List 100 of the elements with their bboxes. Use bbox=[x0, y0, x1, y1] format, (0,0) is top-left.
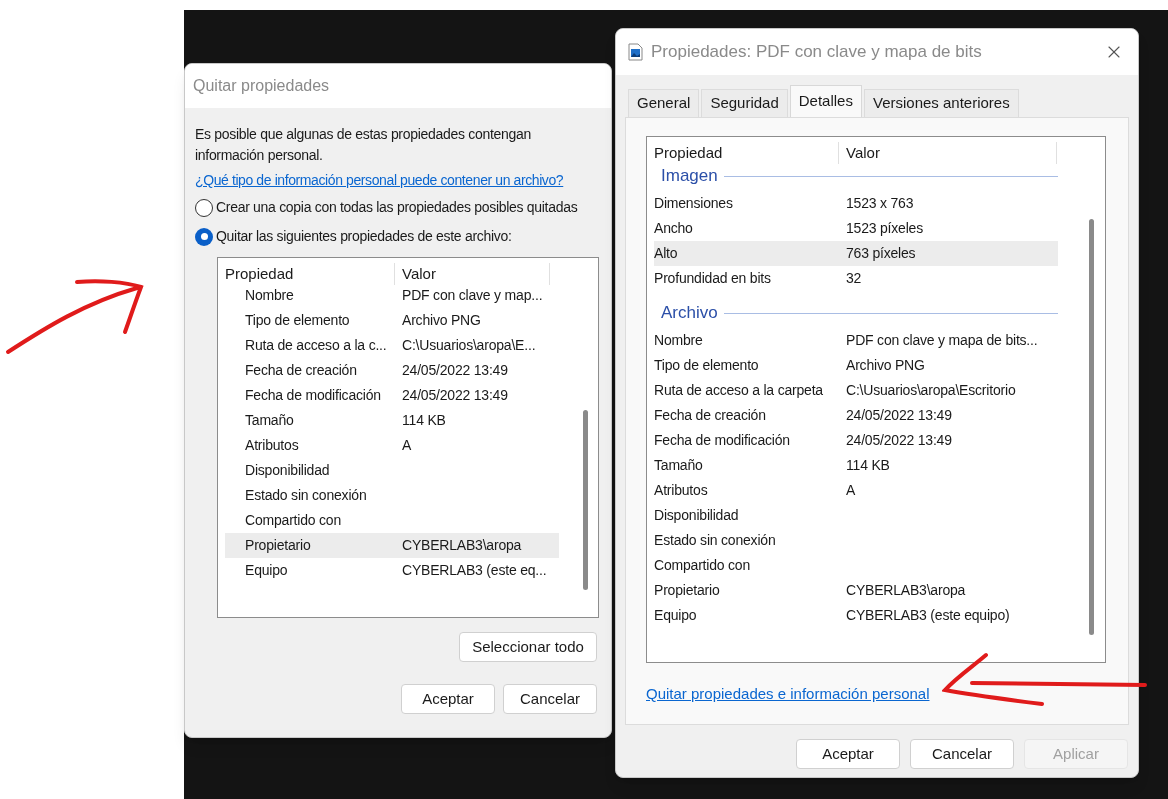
property-name: Tipo de elemento bbox=[244, 311, 351, 330]
list-row[interactable]: Equipo CYBERLAB3 (este eq... bbox=[225, 558, 559, 583]
list-row[interactable]: Estado sin conexión bbox=[654, 528, 1058, 553]
list-row[interactable]: Atributos A bbox=[654, 478, 1058, 503]
group-heading: Archivo bbox=[661, 302, 718, 325]
dialog-button[interactable]: Cancelar bbox=[503, 684, 597, 714]
list-row[interactable]: Equipo CYBERLAB3 (este equipo) bbox=[654, 603, 1058, 628]
list-row[interactable]: Propietario CYBERLAB3\aropa bbox=[225, 533, 559, 558]
select-all-button[interactable]: Seleccionar todo bbox=[459, 632, 597, 662]
property-name: Tamaño bbox=[654, 456, 704, 475]
property-name: Atributos bbox=[654, 481, 709, 500]
property-name: Tipo de elemento bbox=[654, 356, 760, 375]
dialog-button[interactable]: Aceptar bbox=[401, 684, 495, 714]
property-name: Equipo bbox=[654, 606, 698, 625]
property-name: Compartido con bbox=[244, 511, 343, 530]
column-header[interactable]: Propiedad bbox=[225, 263, 395, 285]
help-link[interactable]: ¿Qué tipo de información personal puede contener un archivo? bbox=[195, 170, 564, 191]
property-value: Archivo PNG bbox=[846, 356, 925, 375]
list-row[interactable]: Propietario CYBERLAB3\aropa bbox=[654, 578, 1058, 603]
property-value: PDF con clave y mapa de bits... bbox=[846, 331, 1038, 350]
list-row[interactable]: Dimensiones 1523 x 763 bbox=[654, 191, 1058, 216]
list-row[interactable]: Fecha de modificación 24/05/2022 13:49 bbox=[225, 383, 559, 408]
tab[interactable]: General bbox=[628, 89, 700, 117]
property-name: Nombre bbox=[654, 331, 704, 350]
property-name: Fecha de creación bbox=[244, 361, 358, 380]
property-name: Ruta de acceso a la c... bbox=[244, 336, 388, 355]
list-row[interactable]: Tipo de elemento Archivo PNG bbox=[225, 308, 559, 333]
list-row[interactable]: Ruta de acceso a la c... C:\Usuarios\aropa\E... bbox=[225, 333, 559, 358]
property-value: C:\Usuarios\aropa\Escritorio bbox=[846, 381, 1016, 400]
tab[interactable]: Versiones anteriores bbox=[863, 89, 1019, 117]
property-value: 24/05/2022 13:49 bbox=[402, 361, 508, 380]
property-value: PDF con clave y map... bbox=[402, 286, 543, 305]
list-row[interactable]: Alto 763 píxeles bbox=[654, 241, 1058, 266]
image-file-icon bbox=[628, 43, 643, 61]
property-name: Fecha de creación bbox=[654, 406, 767, 425]
property-name: Propietario bbox=[244, 536, 312, 555]
property-name: Disponibilidad bbox=[654, 506, 740, 525]
property-name: Profundidad en bits bbox=[654, 269, 772, 288]
property-name: Compartido con bbox=[654, 556, 752, 575]
list-row[interactable]: Tipo de elemento Archivo PNG bbox=[654, 353, 1058, 378]
property-name: Tamaño bbox=[244, 411, 295, 430]
property-value: 763 píxeles bbox=[846, 244, 916, 263]
property-value: CYBERLAB3\aropa bbox=[846, 581, 966, 600]
property-name: Disponibilidad bbox=[244, 461, 331, 480]
property-value: CYBERLAB3\aropa bbox=[402, 536, 522, 555]
property-name: Fecha de modificación bbox=[244, 386, 382, 405]
list-row[interactable]: Nombre PDF con clave y map... bbox=[225, 283, 559, 308]
dialog-button[interactable]: Aceptar bbox=[796, 739, 900, 769]
list-row[interactable]: Ruta de acceso a la carpeta C:\Usuarios\aropa\Escritorio bbox=[654, 378, 1058, 403]
dialog-button[interactable]: Cancelar bbox=[910, 739, 1014, 769]
property-name: Atributos bbox=[244, 436, 300, 455]
window-title: Quitar propiedades bbox=[193, 76, 330, 96]
list-row[interactable]: Disponibilidad bbox=[654, 503, 1058, 528]
list-row[interactable]: Fecha de creación 24/05/2022 13:49 bbox=[225, 358, 559, 383]
property-name: Nombre bbox=[244, 286, 295, 305]
property-value: 32 bbox=[846, 269, 862, 288]
remove-properties-link[interactable]: Quitar propiedades e información personal bbox=[646, 683, 930, 706]
property-name: Equipo bbox=[244, 561, 289, 580]
property-name: Ruta de acceso a la carpeta bbox=[654, 381, 824, 400]
radio-label: Crear una copia con todas las propiedades posibles quitadas bbox=[216, 198, 578, 217]
property-value: 24/05/2022 13:49 bbox=[846, 431, 952, 450]
scrollbar[interactable] bbox=[583, 410, 588, 590]
scrollbar[interactable] bbox=[1089, 219, 1094, 635]
list-row[interactable]: Tamaño 114 KB bbox=[225, 408, 559, 433]
property-value: 114 KB bbox=[402, 411, 446, 430]
list-row[interactable]: Fecha de modificación 24/05/2022 13:49 bbox=[654, 428, 1058, 453]
intro-text: Es posible que algunas de estas propiedades contengan información personal. bbox=[195, 125, 532, 165]
property-name: Estado sin conexión bbox=[244, 486, 368, 505]
property-value: A bbox=[846, 481, 856, 500]
property-name: Dimensiones bbox=[654, 194, 734, 213]
list-row[interactable]: Ancho 1523 píxeles bbox=[654, 216, 1058, 241]
list-row[interactable]: Profundidad en bits 32 bbox=[654, 266, 1058, 291]
property-value: 114 KB bbox=[846, 456, 890, 475]
list-row[interactable]: Compartido con bbox=[654, 553, 1058, 578]
list-row[interactable]: Compartido con bbox=[225, 508, 559, 533]
column-header[interactable]: Valor bbox=[395, 263, 550, 285]
property-value: CYBERLAB3 (este eq... bbox=[402, 561, 547, 580]
radio-button[interactable] bbox=[195, 198, 213, 217]
radio-label: Quitar las siguientes propiedades de este archivo: bbox=[216, 227, 512, 246]
tab[interactable]: Detalles bbox=[789, 85, 862, 117]
column-header[interactable]: Valor bbox=[839, 142, 1057, 164]
property-value: 1523 píxeles bbox=[846, 219, 923, 238]
property-value: A bbox=[402, 436, 412, 455]
property-value: 24/05/2022 13:49 bbox=[402, 386, 508, 405]
group-heading: Imagen bbox=[661, 165, 718, 188]
list-row[interactable]: Nombre PDF con clave y mapa de bits... bbox=[654, 328, 1058, 353]
list-row[interactable]: Tamaño 114 KB bbox=[654, 453, 1058, 478]
list-row[interactable]: Disponibilidad bbox=[225, 458, 559, 483]
list-row[interactable]: Fecha de creación 24/05/2022 13:49 bbox=[654, 403, 1058, 428]
property-value: 1523 x 763 bbox=[846, 194, 914, 213]
property-name: Alto bbox=[654, 244, 679, 263]
radio-button[interactable] bbox=[195, 227, 213, 246]
property-name: Fecha de modificación bbox=[654, 431, 791, 450]
list-row[interactable]: Estado sin conexión bbox=[225, 483, 559, 508]
tab[interactable]: Seguridad bbox=[701, 89, 788, 117]
property-value: C:\Usuarios\aropa\E... bbox=[402, 336, 536, 355]
window-title: Propiedades: PDF con clave y mapa de bits bbox=[651, 41, 982, 64]
column-header[interactable]: Propiedad bbox=[654, 142, 839, 164]
list-row[interactable]: Atributos A bbox=[225, 433, 559, 458]
property-value: Archivo PNG bbox=[402, 311, 481, 330]
